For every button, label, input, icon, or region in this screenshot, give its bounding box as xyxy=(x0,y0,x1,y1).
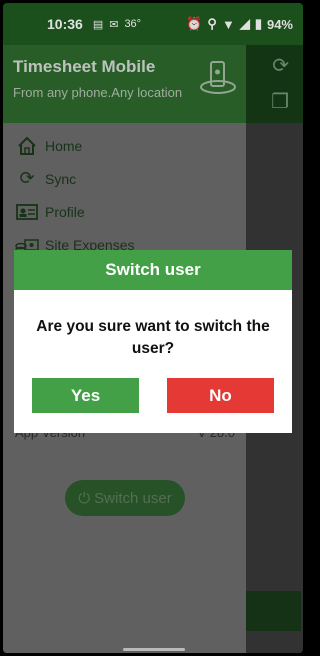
home-indicator[interactable] xyxy=(123,648,185,651)
phone-screen: 10:36 ▤ ✉ 36° ⏰ ⚲ ▼ ◢ ▮ 94% ⟳ ❐ Timeshee… xyxy=(3,3,303,653)
dialog-buttons: Yes No xyxy=(14,378,292,413)
dialog-title: Switch user xyxy=(14,250,292,290)
dialog-message: Are you sure want to switch the user? xyxy=(36,318,270,357)
switch-user-dialog: Switch user Are you sure want to switch … xyxy=(14,250,292,433)
yes-button[interactable]: Yes xyxy=(32,378,139,413)
no-button[interactable]: No xyxy=(167,378,274,413)
